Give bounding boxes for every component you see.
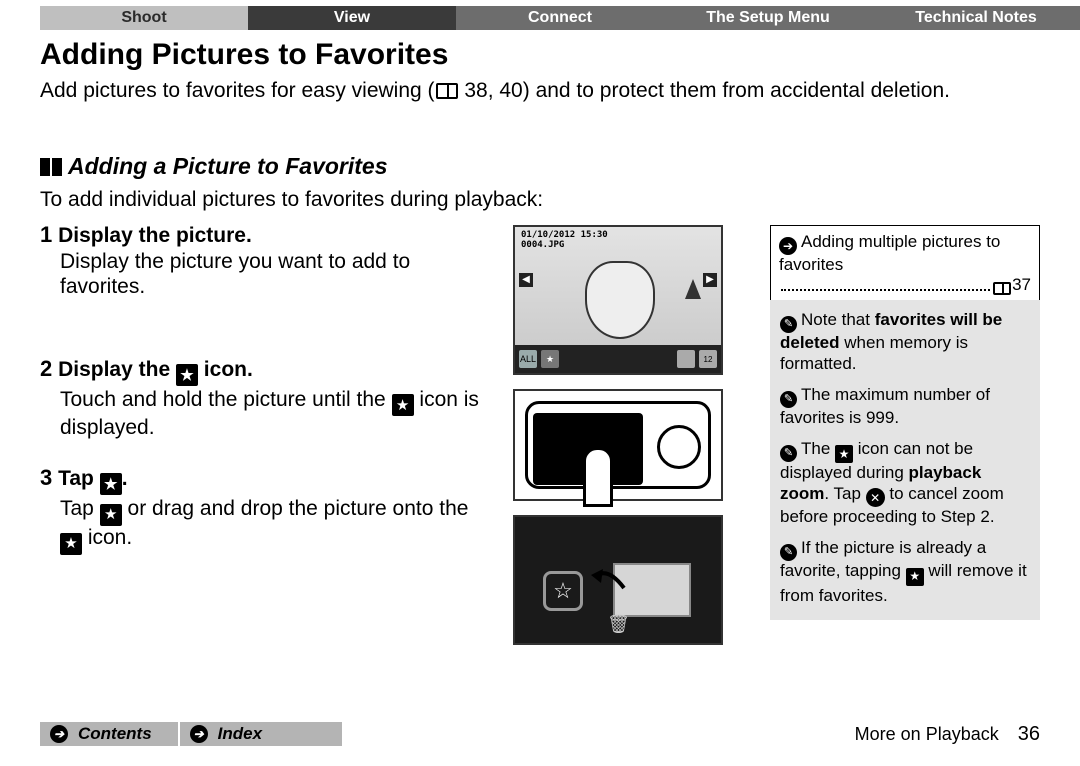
- star-icon: ★: [906, 568, 924, 586]
- top-tabs: Shoot View Connect The Setup Menu Techni…: [40, 6, 1080, 30]
- star-icon: ★: [100, 504, 122, 526]
- step-3-body-c: icon.: [82, 526, 132, 549]
- note-3-a: The: [801, 439, 835, 458]
- link-arrow-icon: ➔: [779, 237, 797, 255]
- note-3-d: . Tap: [824, 484, 865, 503]
- tab-setup[interactable]: The Setup Menu: [664, 6, 872, 30]
- step-3-body-a: Tap: [60, 497, 100, 520]
- thumb-all: ALL: [519, 350, 537, 368]
- intro-part-a: Add pictures to favorites for easy viewi…: [40, 79, 435, 102]
- book-icon: [436, 83, 458, 99]
- step-3-body: Tap ★ or drag and drop the picture onto …: [60, 497, 490, 555]
- step-3: 3 Tap ★. Tap ★ or drag and drop the pict…: [40, 465, 490, 555]
- prev-arrow-icon: ◀: [519, 273, 533, 287]
- step-2-body: Touch and hold the picture until the ★ i…: [60, 388, 490, 442]
- star-icon: ★: [176, 364, 198, 386]
- step-3-title-a: Tap: [58, 467, 100, 490]
- step-2-body-a: Touch and hold the picture until the: [60, 388, 392, 411]
- leader-dots: [781, 289, 990, 291]
- note-icon: ✎: [780, 544, 797, 561]
- illus1-boat: [685, 279, 701, 299]
- star-icon: ★: [835, 445, 853, 463]
- note-1: ✎Note that favorites will be deleted whe…: [780, 310, 1030, 375]
- illustration-column: 01/10/2012 15:30 0004.JPG ◀ ▶ ALL ★ 12 ☆…: [513, 225, 745, 659]
- related-link-text: ➔Adding multiple pictures to favorites: [779, 232, 1031, 275]
- cancel-icon: ✕: [866, 488, 885, 507]
- notes-sidebar: ✎Note that favorites will be deleted whe…: [770, 300, 1040, 620]
- step-3-body-b: or drag and drop the picture onto the: [122, 497, 469, 520]
- tab-tech[interactable]: Technical Notes: [872, 6, 1080, 30]
- related-link-box[interactable]: ➔Adding multiple pictures to favorites 3…: [770, 225, 1040, 304]
- step-1-number: 1: [40, 222, 52, 247]
- step-2-number: 2: [40, 356, 52, 381]
- note-2: ✎The maximum number of favorites is 999.: [780, 385, 1030, 429]
- step-2-title-b: icon.: [198, 358, 253, 381]
- star-icon: ★: [392, 394, 414, 416]
- thumb-star-icon: ★: [541, 350, 559, 368]
- intro-part-b: 38, 40) and to protect them from acciden…: [459, 79, 950, 102]
- step-1-title: Display the picture.: [58, 224, 252, 247]
- footer-contents-link[interactable]: ➔ Contents: [40, 722, 178, 746]
- trash-icon: 🗑: [607, 614, 630, 635]
- illus1-thumbbar: ALL ★ 12: [515, 345, 721, 373]
- note-icon: ✎: [780, 445, 797, 462]
- drag-arrow-icon: [589, 563, 629, 593]
- page-number: 36: [1018, 723, 1040, 745]
- illustration-playback-screen: 01/10/2012 15:30 0004.JPG ◀ ▶ ALL ★ 12: [513, 225, 723, 375]
- step-2-title: Display the ★ icon.: [58, 358, 253, 381]
- step-2: 2 Display the ★ icon. Touch and hold the…: [40, 356, 490, 442]
- intro-text: Add pictures to favorites for easy viewi…: [40, 78, 1040, 103]
- thumb-count: 12: [699, 350, 717, 368]
- thumb-pip: [677, 350, 695, 368]
- footer-contents-label: Contents: [78, 722, 152, 746]
- footer-section-label: More on Playback: [855, 724, 999, 744]
- note-1-a: Note that: [801, 310, 875, 329]
- subhead-text: Adding a Picture to Favorites: [68, 153, 388, 180]
- steps-list: 1 Display the picture. Display the pictu…: [40, 222, 490, 579]
- linkbox-label: Adding multiple pictures to favorites: [779, 232, 1000, 274]
- lead-text: To add individual pictures to favorites …: [40, 188, 543, 212]
- page-title: Adding Pictures to Favorites: [40, 38, 448, 72]
- link-arrow-icon: ➔: [190, 725, 208, 743]
- link-arrow-icon: ➔: [50, 725, 68, 743]
- tab-view[interactable]: View: [248, 6, 456, 30]
- step-3-number: 3: [40, 465, 52, 490]
- note-icon: ✎: [780, 316, 797, 333]
- step-3-title-b: .: [122, 467, 128, 490]
- note-2-text: The maximum number of favorites is 999.: [780, 385, 990, 427]
- illus1-date: 01/10/2012 15:30: [521, 231, 608, 240]
- footer: ➔ Contents ➔ Index More on Playback 36: [0, 722, 1080, 746]
- note-4: ✎If the picture is already a favorite, t…: [780, 538, 1030, 606]
- footer-index-label: Index: [218, 722, 262, 746]
- footer-section: More on Playback 36: [855, 723, 1040, 746]
- step-3-title: Tap ★.: [58, 467, 127, 490]
- subhead-marker-icon: [40, 158, 62, 176]
- footer-links: ➔ Contents ➔ Index: [40, 722, 344, 746]
- illus1-filename: 0004.JPG: [521, 241, 564, 250]
- illustration-drag-to-favorite: ☆ 🗑: [513, 515, 723, 645]
- note-icon: ✎: [780, 391, 797, 408]
- illus1-subject: [585, 261, 655, 339]
- note-3: ✎The ★ icon can not be displayed during …: [780, 439, 1030, 529]
- linkbox-page: 37: [1012, 275, 1031, 295]
- step-1: 1 Display the picture. Display the pictu…: [40, 222, 490, 300]
- star-icon: ★: [100, 473, 122, 495]
- tab-shoot[interactable]: Shoot: [40, 6, 248, 30]
- next-arrow-icon: ▶: [703, 273, 717, 287]
- tab-connect[interactable]: Connect: [456, 6, 664, 30]
- step-2-title-a: Display the: [58, 358, 176, 381]
- star-icon: ★: [60, 533, 82, 555]
- footer-index-link[interactable]: ➔ Index: [180, 722, 342, 746]
- favorite-drop-icon: ☆: [543, 571, 583, 611]
- illustration-camera-touch: [513, 389, 723, 501]
- book-icon: [993, 282, 1011, 295]
- section-subhead: Adding a Picture to Favorites: [40, 153, 388, 180]
- step-1-body: Display the picture you want to add to f…: [60, 250, 490, 300]
